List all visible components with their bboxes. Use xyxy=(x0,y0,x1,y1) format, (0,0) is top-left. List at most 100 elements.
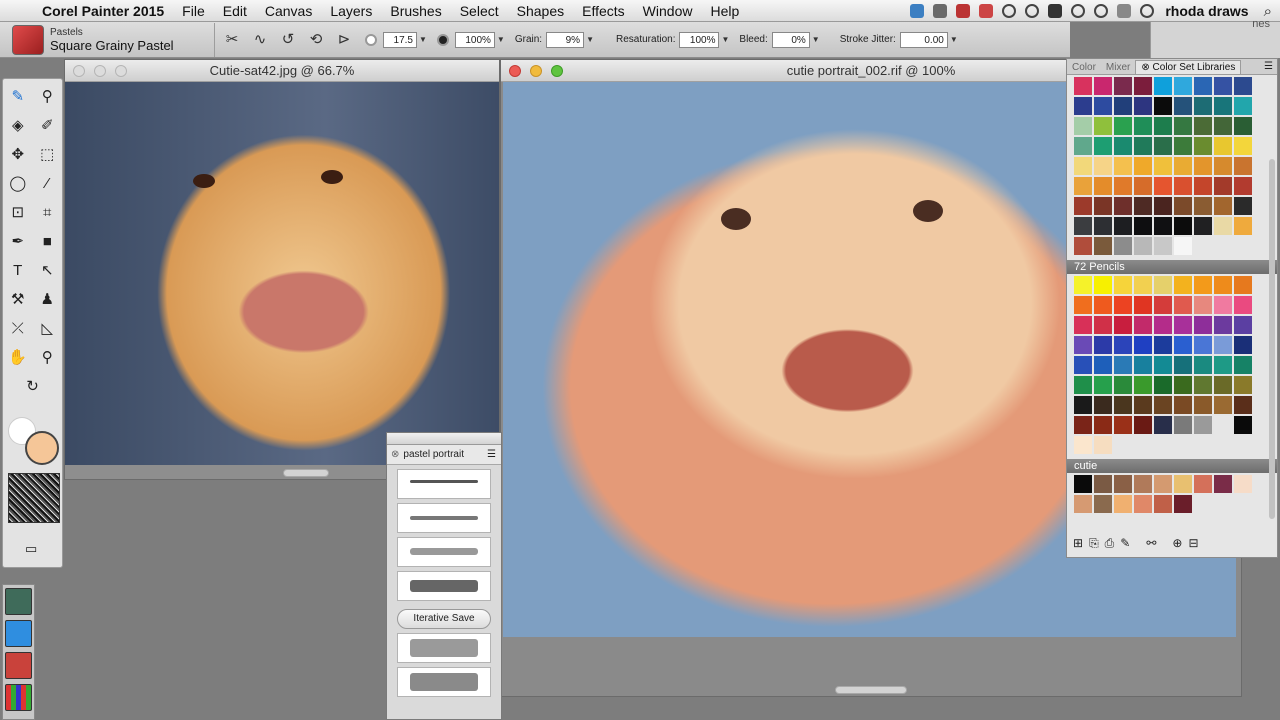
color-swatch[interactable] xyxy=(1134,177,1152,195)
color-swatch[interactable] xyxy=(1094,495,1112,513)
color-swatch[interactable] xyxy=(1074,436,1092,454)
menu-edit[interactable]: Edit xyxy=(214,3,256,19)
palette-tab[interactable]: ⊗ pastel portrait ☰ xyxy=(387,445,501,465)
color-swatch[interactable] xyxy=(1134,276,1152,294)
text-tool-icon[interactable]: T xyxy=(7,260,29,282)
color-swatch[interactable] xyxy=(1134,396,1152,414)
color-swatch[interactable] xyxy=(1114,276,1132,294)
color-swatch[interactable] xyxy=(1234,416,1252,434)
color-swatch[interactable] xyxy=(1234,117,1252,135)
brush-preset-6[interactable] xyxy=(397,667,491,697)
color-swatch[interactable] xyxy=(1154,217,1172,235)
color-swatch[interactable] xyxy=(1154,117,1172,135)
color-swatch[interactable] xyxy=(1094,436,1112,454)
magic-wand-icon[interactable]: ⁄ xyxy=(36,173,58,195)
color-swatch[interactable] xyxy=(1194,177,1212,195)
color-swatch[interactable] xyxy=(1134,356,1152,374)
color-swatch[interactable] xyxy=(1194,197,1212,215)
save-set-icon[interactable]: ⎙ xyxy=(1105,536,1115,551)
color-swatch[interactable] xyxy=(1154,475,1172,493)
color-swatch[interactable] xyxy=(1134,296,1152,314)
color-swatch[interactable] xyxy=(1174,197,1192,215)
color-swatch[interactable] xyxy=(1214,137,1232,155)
color-swatch[interactable] xyxy=(1114,356,1132,374)
color-swatch[interactable] xyxy=(1194,97,1212,115)
color-swatch[interactable] xyxy=(1214,117,1232,135)
resaturation-dropdown-icon[interactable]: ▼ xyxy=(721,35,729,44)
color-swatch[interactable] xyxy=(1174,376,1192,394)
brush-ghost-icon[interactable]: ⊳ xyxy=(333,29,355,51)
stroke-attributes-icon[interactable]: ⟲ xyxy=(305,29,327,51)
minimize-button[interactable] xyxy=(530,65,542,77)
info-icon[interactable] xyxy=(1140,4,1155,18)
color-swatch[interactable] xyxy=(1234,356,1252,374)
color-swatch[interactable] xyxy=(1154,137,1172,155)
color-swatch[interactable] xyxy=(1094,177,1112,195)
color-swatch[interactable] xyxy=(1234,376,1252,394)
color-swatch[interactable] xyxy=(1114,396,1132,414)
grain-dropdown-icon[interactable]: ▼ xyxy=(586,35,594,44)
color-swatch[interactable] xyxy=(1154,495,1172,513)
color-swatch[interactable] xyxy=(1074,296,1092,314)
user-name[interactable]: rhoda draws xyxy=(1165,3,1248,19)
color-swatch[interactable] xyxy=(1094,416,1112,434)
color-swatch[interactable] xyxy=(1094,117,1112,135)
color-swatch[interactable] xyxy=(1194,276,1212,294)
color-swatch[interactable] xyxy=(1094,316,1112,334)
color-swatch[interactable] xyxy=(1074,77,1092,95)
menu-file[interactable]: File xyxy=(173,3,214,19)
color-swatch[interactable] xyxy=(1074,475,1092,493)
color-swatch[interactable] xyxy=(1234,157,1252,175)
color-swatch[interactable] xyxy=(1174,336,1192,354)
color-swatch[interactable] xyxy=(1114,495,1132,513)
color-swatch[interactable] xyxy=(1114,296,1132,314)
media-thumb-flow[interactable] xyxy=(5,620,32,647)
color-swatch[interactable] xyxy=(1154,276,1172,294)
color-swatch[interactable] xyxy=(1214,416,1232,434)
color-swatch[interactable] xyxy=(1214,177,1232,195)
screen-mode-icon[interactable]: ▭ xyxy=(25,541,37,557)
color-swatch[interactable] xyxy=(1134,77,1152,95)
minimize-button[interactable] xyxy=(94,65,106,77)
bleed-dropdown-icon[interactable]: ▼ xyxy=(812,35,820,44)
crop-icon[interactable]: ⌗ xyxy=(36,202,58,224)
tab-mixer[interactable]: Mixer xyxy=(1101,61,1135,74)
brush-preset-4[interactable] xyxy=(397,571,491,601)
paint-bucket-icon[interactable]: ◈ xyxy=(7,115,29,137)
color-swatch[interactable] xyxy=(1154,77,1172,95)
zoom-button[interactable] xyxy=(115,65,127,77)
color-swatch[interactable] xyxy=(1114,197,1132,215)
color-swatch[interactable] xyxy=(1154,336,1172,354)
perspective-icon[interactable]: ◺ xyxy=(36,318,58,340)
dropper-tool-icon[interactable]: ⚲ xyxy=(36,86,58,108)
color-swatch[interactable] xyxy=(1094,396,1112,414)
color-swatch[interactable] xyxy=(1074,117,1092,135)
menu-window[interactable]: Window xyxy=(634,3,702,19)
dropbox-icon[interactable] xyxy=(910,4,925,18)
delete-color-icon[interactable]: ⊟ xyxy=(1188,536,1198,551)
color-swatch[interactable] xyxy=(1154,316,1172,334)
color-swatch[interactable] xyxy=(1234,296,1252,314)
layer-adjuster-icon[interactable]: ✥ xyxy=(7,144,29,166)
color-swatch[interactable] xyxy=(1154,157,1172,175)
color-swatch[interactable] xyxy=(1214,336,1232,354)
color-swatch[interactable] xyxy=(1234,197,1252,215)
color-swatch[interactable] xyxy=(1074,177,1092,195)
color-swatch[interactable] xyxy=(1154,356,1172,374)
color-swatch[interactable] xyxy=(1214,376,1232,394)
color-swatch[interactable] xyxy=(1074,495,1092,513)
color-swatch[interactable] xyxy=(1214,316,1232,334)
color-swatch[interactable] xyxy=(1234,475,1252,493)
move-icon[interactable] xyxy=(1002,4,1017,18)
straight-line-icon[interactable]: ↺ xyxy=(277,29,299,51)
color-swatch[interactable] xyxy=(1114,376,1132,394)
color-swatch[interactable] xyxy=(1194,157,1212,175)
color-swatch[interactable] xyxy=(1114,416,1132,434)
color-swatch[interactable] xyxy=(1154,97,1172,115)
color-swatch[interactable] xyxy=(1074,97,1092,115)
color-swatch[interactable] xyxy=(1134,475,1152,493)
color-swatch[interactable] xyxy=(1174,296,1192,314)
mirror-icon[interactable]: ⤫ xyxy=(7,318,29,340)
find-icon[interactable]: ⚯ xyxy=(1146,536,1156,551)
reset-tool-icon[interactable]: ✂ xyxy=(221,29,243,51)
